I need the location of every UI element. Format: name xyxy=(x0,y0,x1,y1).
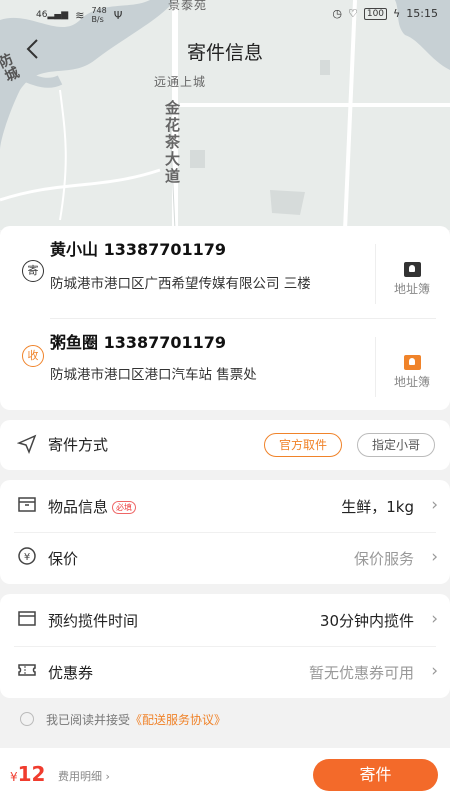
sender-address-book-button[interactable]: 地址簿 xyxy=(382,262,442,297)
chevron-right-icon: › xyxy=(431,495,438,515)
agreement-text: 我已阅读并接受《配送服务协议》 xyxy=(46,711,226,728)
submit-button[interactable]: 寄件 xyxy=(313,759,438,791)
svg-text:¥: ¥ xyxy=(24,552,30,563)
receiver-tag: 收 xyxy=(22,345,44,367)
receiver-name-phone: 粥鱼圈 13387701179 xyxy=(50,333,227,352)
address-book-icon xyxy=(403,262,421,277)
yuan-icon: ¥ xyxy=(18,547,36,565)
shipping-method-label: 寄件方式 xyxy=(48,436,109,454)
coupon-label: 优惠券 xyxy=(48,664,94,682)
charging-icon: ϟ xyxy=(393,7,401,20)
pickup-time-row[interactable]: 预约揽件时间 30分钟内揽件 › xyxy=(0,594,450,646)
chevron-right-icon: › xyxy=(431,609,438,629)
page-title: 寄件信息 xyxy=(186,42,263,64)
bottom-bar: ¥12 费用明细 › 寄件 xyxy=(0,748,450,800)
insurance-label: 保价 xyxy=(48,550,79,568)
fee-detail-link[interactable]: 费用明细 › xyxy=(58,768,110,784)
agreement-prefix: 我已阅读并接受 xyxy=(46,713,131,727)
send-icon xyxy=(17,434,37,454)
agreement-row: 我已阅读并接受《配送服务协议》 xyxy=(0,703,450,735)
shipping-method-card: 寄件方式 官方取件 指定小哥 xyxy=(0,420,450,470)
insurance-row[interactable]: ¥ 保价 保价服务 › xyxy=(0,532,450,584)
item-info-row[interactable]: 物品信息 必填 生鲜，1kg › xyxy=(0,480,450,532)
sender-tag: 寄 xyxy=(22,260,44,282)
receiver-row[interactable]: 收 粥鱼圈 13387701179 防城港市港口区港口汽车站 售票处 地址簿 xyxy=(0,319,450,409)
box-icon xyxy=(18,497,36,512)
calendar-icon xyxy=(18,611,36,626)
alarm-icon: ◷ xyxy=(332,7,342,20)
status-bar: 46▂▄▆ ≋ 748 B/s Ψ ◷ ♡ 100 ϟ 15:15 xyxy=(0,0,450,30)
pickup-time-value: 30分钟内揽件 xyxy=(319,612,414,630)
item-info-card: 物品信息 必填 生鲜，1kg › ¥ 保价 保价服务 › xyxy=(0,480,450,584)
network-speed: 748 B/s xyxy=(91,6,107,24)
battery-indicator: 100 xyxy=(363,7,388,20)
pickup-card: 预约揽件时间 30分钟内揽件 › 优惠券 暂无优惠券可用 › xyxy=(0,594,450,698)
official-pickup-option[interactable]: 官方取件 xyxy=(264,433,342,457)
ticket-icon xyxy=(18,664,36,676)
address-book-label: 地址簿 xyxy=(393,282,430,296)
receiver-address-book-button[interactable]: 地址簿 xyxy=(382,355,442,390)
required-badge: 必填 xyxy=(112,501,137,514)
shipping-method-row: 寄件方式 官方取件 指定小哥 xyxy=(0,420,450,470)
address-book-icon xyxy=(403,355,421,370)
receiver-address: 防城港市港口区港口汽车站 售票处 xyxy=(50,367,257,383)
agreement-checkbox[interactable] xyxy=(20,712,34,726)
location-icon: ♡ xyxy=(347,7,358,20)
address-card: 寄 黄小山 13387701179 防城港市港口区广西希望传媒有限公司 三楼 地… xyxy=(0,226,450,410)
pickup-time-label: 预约揽件时间 xyxy=(48,612,139,630)
chevron-right-icon: › xyxy=(431,661,438,681)
sender-row[interactable]: 寄 黄小山 13387701179 防城港市港口区广西希望传媒有限公司 三楼 地… xyxy=(0,226,450,318)
address-book-label: 地址簿 xyxy=(393,375,430,389)
assign-courier-option[interactable]: 指定小哥 xyxy=(357,433,435,457)
insurance-value: 保价服务 xyxy=(353,550,414,568)
chevron-right-icon: › xyxy=(431,547,438,567)
coupon-value: 暂无优惠券可用 xyxy=(308,664,414,682)
divider xyxy=(375,337,376,397)
service-agreement-link[interactable]: 《配送服务协议》 xyxy=(130,713,226,727)
sender-name-phone: 黄小山 13387701179 xyxy=(50,240,227,259)
coupon-row[interactable]: 优惠券 暂无优惠券可用 › xyxy=(0,646,450,698)
title-bar: 防城 寄件信息 xyxy=(0,30,450,85)
total-price: ¥12 xyxy=(10,762,46,786)
map-label-road: 金花茶大道 xyxy=(163,100,181,185)
usb-icon: Ψ xyxy=(113,8,123,22)
item-info-label: 物品信息 必填 xyxy=(48,496,137,517)
sender-address: 防城港市港口区广西希望传媒有限公司 三楼 xyxy=(50,276,311,292)
clock: 15:15 xyxy=(406,7,438,20)
wifi-icon: ≋ xyxy=(75,8,85,22)
divider xyxy=(375,244,376,304)
item-info-value: 生鲜，1kg xyxy=(341,498,414,516)
signal-icon: 46▂▄▆ xyxy=(36,10,69,20)
map-label-district: 远通上城 xyxy=(154,75,207,89)
